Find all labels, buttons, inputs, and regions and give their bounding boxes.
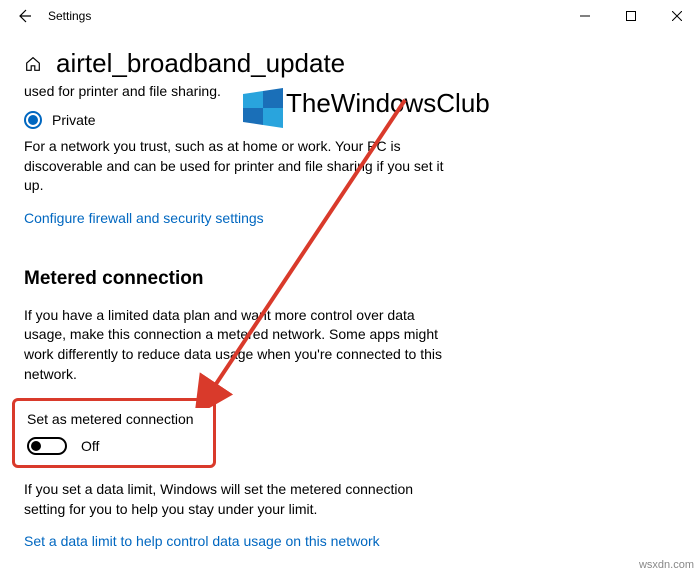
credit-text: wsxdn.com [639,559,694,571]
private-description: For a network you trust, such as at home… [24,137,456,196]
close-button[interactable] [654,0,700,32]
maximize-icon [626,11,636,21]
minimize-icon [580,11,590,21]
private-label: Private [52,112,96,128]
metered-toggle-label: Set as metered connection [27,411,201,427]
window-title: Settings [48,9,91,23]
page-title: airtel_broadband_update [56,48,345,79]
close-icon [672,11,682,21]
metered-toggle-state: Off [81,438,99,454]
maximize-button[interactable] [608,0,654,32]
radio-selected-icon [24,111,42,129]
firewall-link[interactable]: Configure firewall and security settings [24,210,264,226]
windowsclub-logo-icon [243,88,283,128]
data-limit-link[interactable]: Set a data limit to help control data us… [24,533,380,549]
back-button[interactable] [8,0,40,32]
home-icon[interactable] [24,55,42,73]
toggle-thumb-icon [31,441,41,451]
metered-toggle[interactable] [27,437,67,455]
metered-description: If you have a limited data plan and want… [24,306,456,384]
highlight-box: Set as metered connection Off [12,398,216,468]
watermark-text: TheWindowsClub [286,88,490,119]
minimize-button[interactable] [562,0,608,32]
metered-heading: Metered connection [24,268,456,290]
arrow-left-icon [16,8,32,24]
data-limit-description: If you set a data limit, Windows will se… [24,480,456,519]
